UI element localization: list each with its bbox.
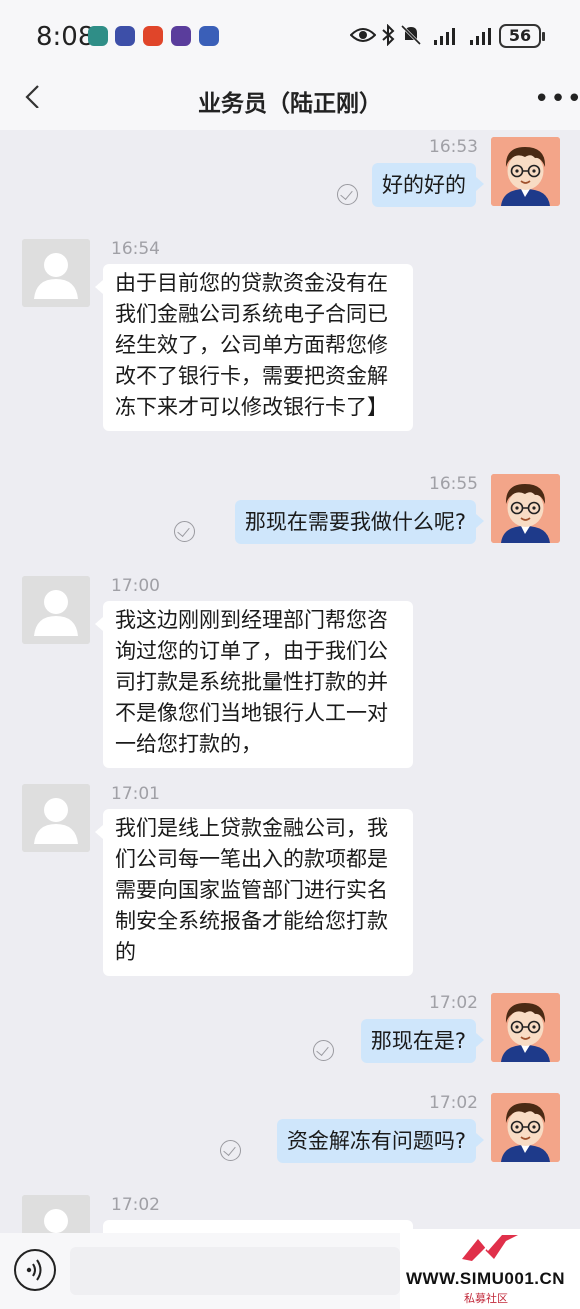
read-check-icon bbox=[313, 1040, 334, 1061]
message-bubble-incoming[interactable]: 我们是线上贷款金融公司，我们公司每一笔出入的款项都是需要向国家监管部门进行实名制… bbox=[95, 809, 413, 976]
cartoon-boy-avatar-icon bbox=[491, 137, 560, 206]
message-timestamp: 16:55 bbox=[429, 474, 478, 494]
watermark-text: WWW.SIMU001.CN bbox=[406, 1269, 566, 1288]
chat-header: 业务员（陆正刚） ••• bbox=[0, 70, 580, 130]
message-bubble-incoming[interactable] bbox=[103, 1220, 413, 1233]
avatar[interactable] bbox=[491, 474, 560, 543]
watermark-subtext: 私募社区 bbox=[464, 1292, 508, 1305]
message-bubble-incoming[interactable]: 由于目前您的贷款资金没有在我们金融公司系统电子合同已经生效了，公司单方面帮您修改… bbox=[95, 264, 413, 431]
read-check-icon bbox=[220, 1140, 241, 1161]
read-check-icon bbox=[174, 521, 195, 542]
notification-app-icon bbox=[143, 26, 163, 46]
message-timestamp: 16:53 bbox=[429, 137, 478, 157]
avatar[interactable] bbox=[491, 993, 560, 1062]
cartoon-boy-avatar-icon bbox=[491, 474, 560, 543]
message-bubble-outgoing[interactable]: 好的好的 bbox=[372, 163, 484, 207]
message-timestamp: 17:01 bbox=[111, 784, 160, 804]
default-user-avatar-icon bbox=[22, 784, 90, 852]
cartoon-boy-avatar-icon bbox=[491, 1093, 560, 1162]
avatar[interactable] bbox=[22, 576, 90, 644]
status-time: 8:08 bbox=[36, 22, 95, 52]
message-bubble-outgoing[interactable]: 那现在需要我做什么呢? bbox=[234, 500, 485, 544]
message-timestamp: 17:00 bbox=[111, 576, 160, 596]
signal-icon bbox=[470, 28, 491, 45]
voice-input-button[interactable] bbox=[14, 1249, 56, 1291]
read-check-icon bbox=[337, 184, 358, 205]
avatar[interactable] bbox=[22, 239, 90, 307]
default-user-avatar-icon bbox=[22, 239, 90, 307]
avatar[interactable] bbox=[22, 784, 90, 852]
default-user-avatar-icon bbox=[22, 1195, 90, 1233]
eye-icon bbox=[350, 28, 376, 42]
signal-icon bbox=[434, 28, 455, 45]
message-list[interactable]: 16:53 好的好的 16:54 由于目前您的贷款资金没有在我们金融公司系统电子… bbox=[0, 130, 580, 1233]
bell-muted-icon bbox=[400, 24, 422, 46]
message-bubble-outgoing[interactable]: 那现在是? bbox=[360, 1019, 485, 1063]
battery-indicator: 56 bbox=[499, 24, 545, 48]
notification-app-icon bbox=[115, 26, 135, 46]
simu-logo-icon bbox=[462, 1235, 518, 1262]
message-timestamp: 17:02 bbox=[429, 1093, 478, 1113]
message-input[interactable] bbox=[70, 1247, 400, 1295]
avatar[interactable] bbox=[491, 1093, 560, 1162]
notification-app-icon bbox=[199, 26, 219, 46]
status-bar: 8:08 56 bbox=[0, 0, 580, 70]
chat-title: 业务员（陆正刚） bbox=[198, 91, 382, 117]
more-options-icon[interactable]: ••• bbox=[534, 86, 580, 112]
message-timestamp: 16:54 bbox=[111, 239, 160, 259]
message-timestamp: 17:02 bbox=[429, 993, 478, 1013]
default-user-avatar-icon bbox=[22, 576, 90, 644]
watermark: WWW.SIMU001.CN 私募社区 bbox=[400, 1229, 580, 1309]
message-timestamp: 17:02 bbox=[111, 1195, 160, 1215]
avatar[interactable] bbox=[22, 1195, 90, 1233]
avatar[interactable] bbox=[491, 137, 560, 206]
bluetooth-icon bbox=[382, 24, 395, 46]
message-bubble-outgoing[interactable]: 资金解冻有问题吗? bbox=[276, 1119, 485, 1163]
notification-app-icon bbox=[88, 26, 108, 46]
message-bubble-incoming[interactable]: 我这边刚刚到经理部门帮您咨询过您的订单了，由于我们公司打款是系统批量性打款的并不… bbox=[95, 601, 413, 768]
notification-app-icon bbox=[171, 26, 191, 46]
cartoon-boy-avatar-icon bbox=[491, 993, 560, 1062]
voice-wave-icon bbox=[26, 1259, 42, 1281]
